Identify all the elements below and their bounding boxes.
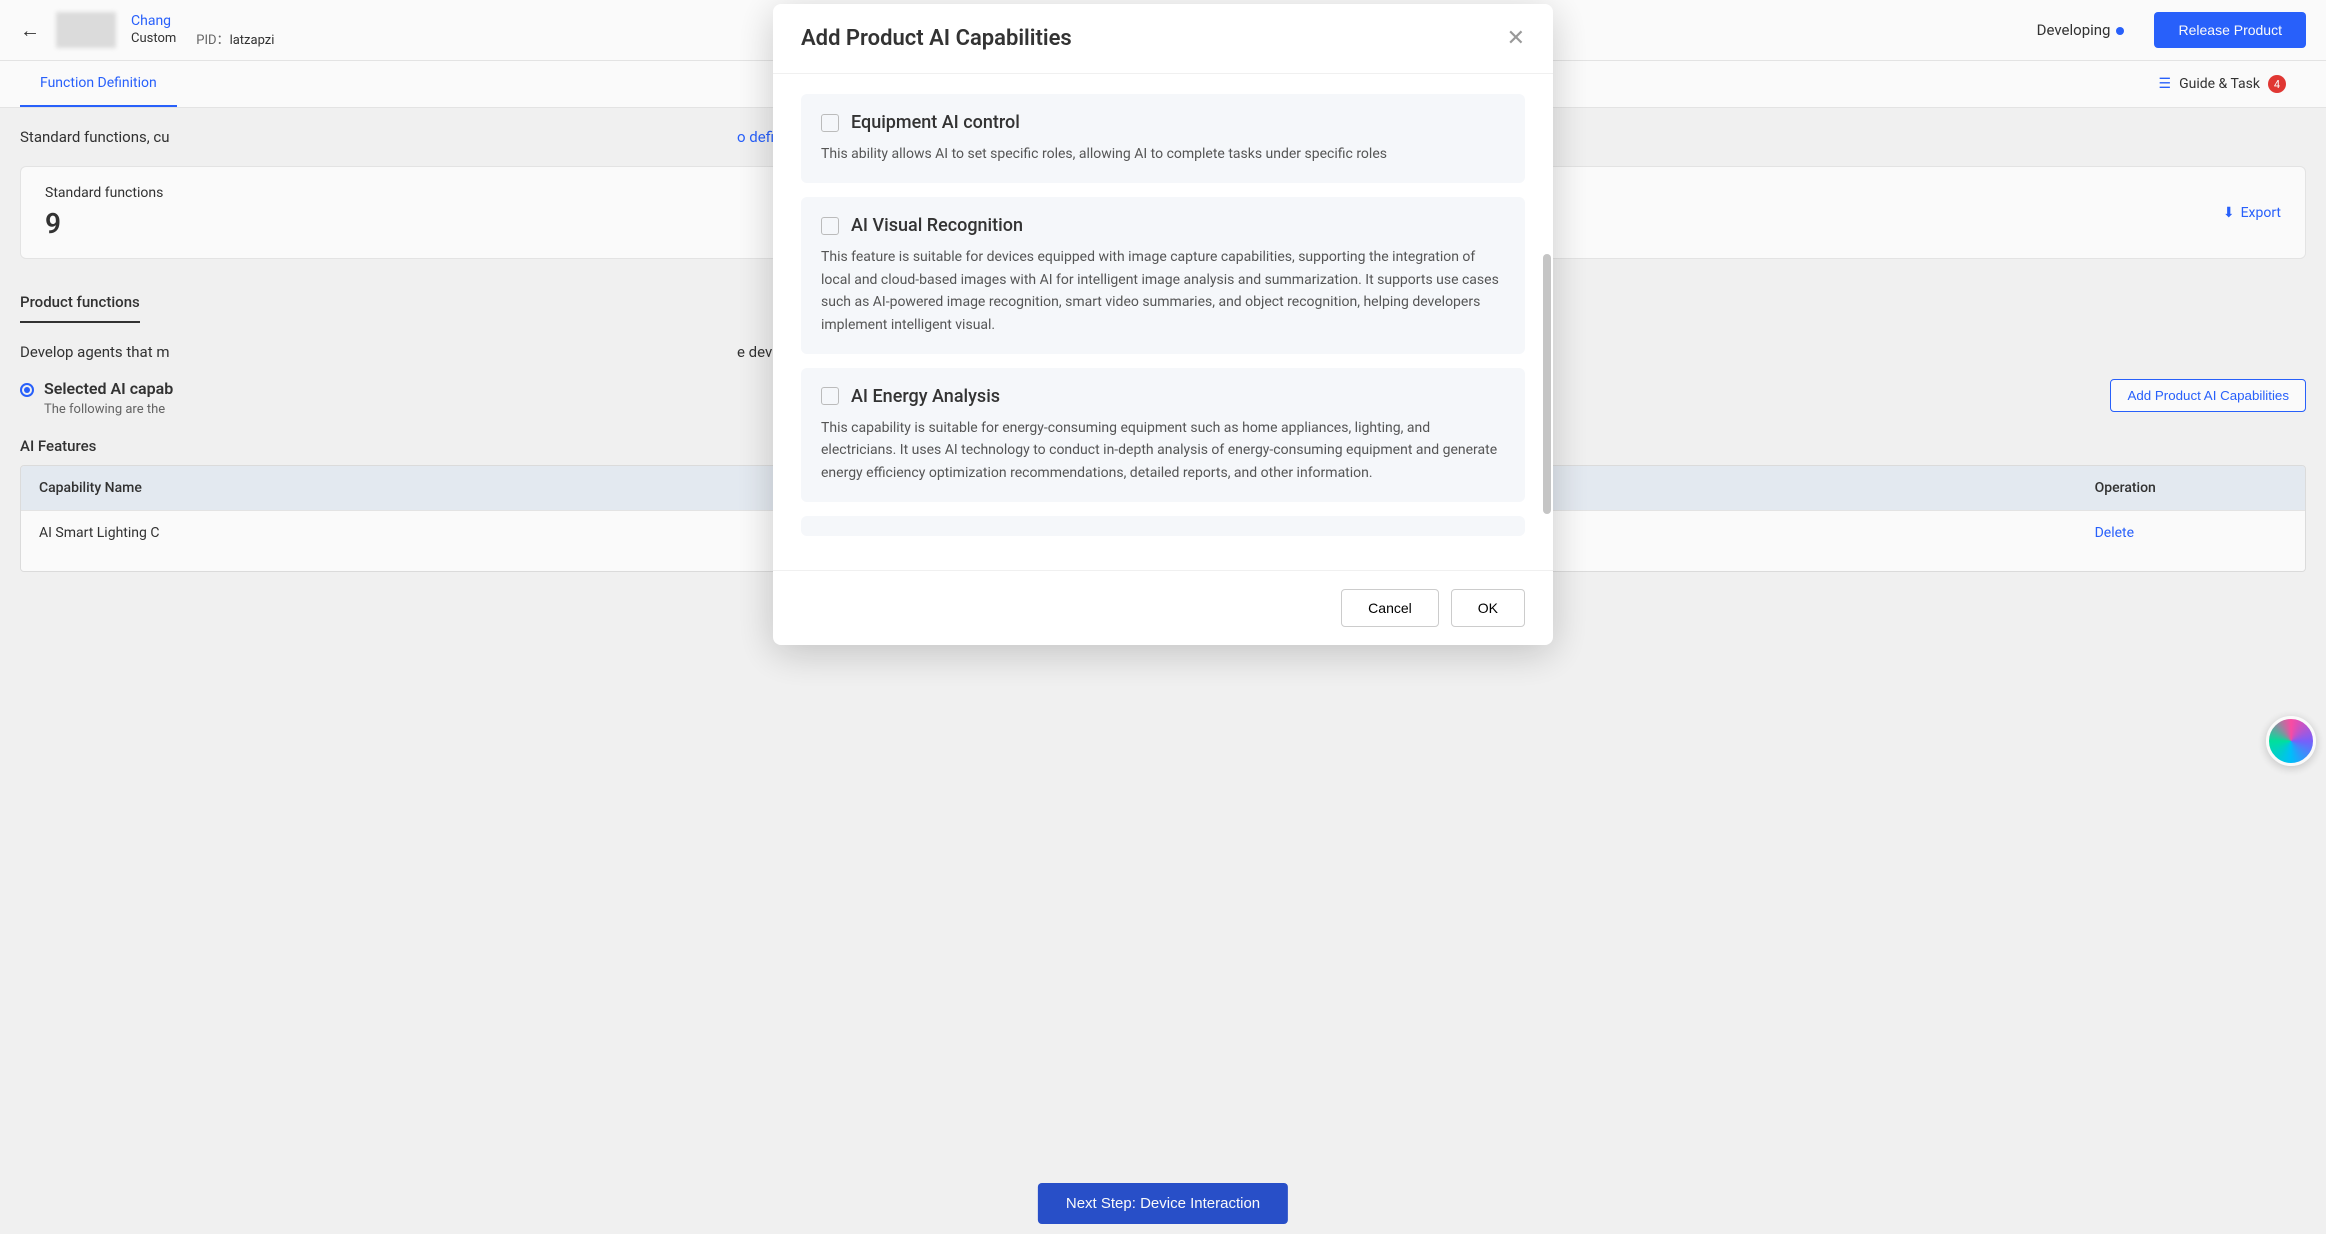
modal-title: Add Product AI Capabilities xyxy=(801,26,1072,51)
capability-option-desc: This ability allows AI to set specific r… xyxy=(821,143,1505,165)
capability-option-title: Equipment AI control xyxy=(851,112,1020,133)
capability-option-desc: This capability is suitable for energy-c… xyxy=(821,417,1505,484)
scrollbar[interactable] xyxy=(1543,154,1551,570)
capability-option[interactable] xyxy=(801,516,1525,536)
capability-checkbox[interactable] xyxy=(821,217,839,235)
modal-overlay: Add Product AI Capabilities ✕ Equipment … xyxy=(0,0,2326,1234)
capability-option[interactable]: AI Visual Recognition This feature is su… xyxy=(801,197,1525,354)
ok-button[interactable]: OK xyxy=(1451,589,1525,627)
cancel-button[interactable]: Cancel xyxy=(1341,589,1439,627)
capability-option-title: AI Energy Analysis xyxy=(851,386,1000,407)
close-icon[interactable]: ✕ xyxy=(1507,26,1525,51)
capability-checkbox[interactable] xyxy=(821,387,839,405)
capability-option-desc: This feature is suitable for devices equ… xyxy=(821,246,1505,336)
capability-checkbox[interactable] xyxy=(821,114,839,132)
capability-option[interactable]: AI Energy Analysis This capability is su… xyxy=(801,368,1525,502)
capability-option-title: AI Visual Recognition xyxy=(851,215,1023,236)
add-capabilities-modal: Add Product AI Capabilities ✕ Equipment … xyxy=(773,4,1553,645)
capability-option[interactable]: Equipment AI control This ability allows… xyxy=(801,94,1525,183)
